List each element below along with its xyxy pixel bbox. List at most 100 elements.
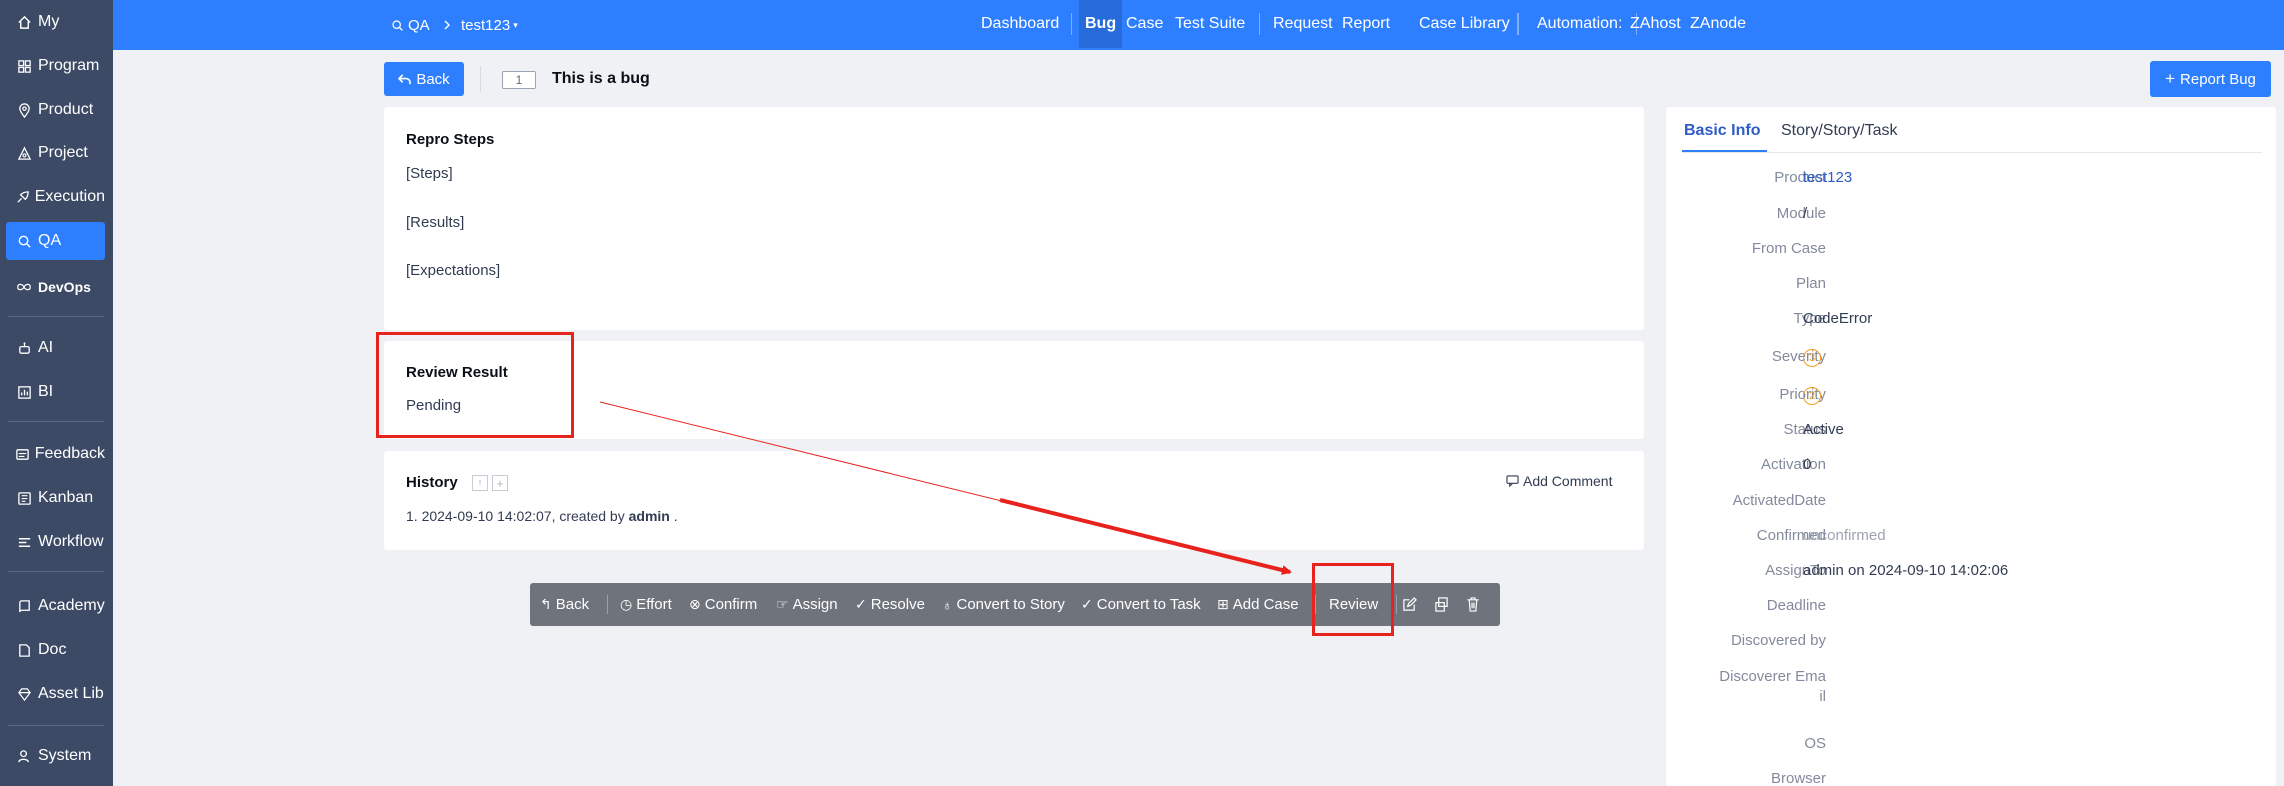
action-resolve-button[interactable]: ✓ Resolve (855, 583, 925, 626)
sidebar-item-label: AI (38, 339, 54, 356)
sort-up-icon[interactable]: ↑ (472, 475, 488, 491)
diamond-icon (14, 687, 34, 702)
info-value-product[interactable]: test123 (1803, 168, 1852, 188)
info-label-deadline: Deadline (1766, 597, 1826, 614)
sidebar-item-doc[interactable]: Doc (6, 631, 105, 669)
info-value-priority: 2 (1803, 385, 1821, 405)
nav-request[interactable]: Request (1273, 0, 1333, 48)
lightbulb-icon: ♁ (942, 596, 953, 613)
nav-dashboard[interactable]: Dashboard (981, 0, 1059, 48)
sidebar-item-label: Project (38, 144, 88, 161)
sidebar-item-label: QA (38, 232, 62, 249)
sidebar-item-academy[interactable]: Academy (6, 587, 105, 625)
trash-icon[interactable] (1466, 583, 1480, 626)
action-label: Confirm (704, 596, 758, 613)
sidebar-item-project[interactable]: Project (6, 134, 105, 172)
history-title: History (406, 474, 458, 491)
action-convert-story-button[interactable]: ♁ Convert to Story (942, 583, 1065, 626)
edit-icon[interactable] (1402, 583, 1417, 626)
info-value-module: / (1803, 205, 1808, 222)
sidebar-item-bi[interactable]: BI (6, 373, 105, 411)
infinity-icon (14, 282, 34, 292)
sidebar-item-execution[interactable]: Execution (6, 178, 105, 216)
action-label: Back (555, 596, 590, 613)
breadcrumb-product-dropdown[interactable]: test123 ▾ (461, 0, 518, 50)
sidebar-item-program[interactable]: Program (6, 47, 105, 85)
chart-icon (14, 385, 34, 400)
nav-case[interactable]: Case (1126, 0, 1163, 48)
sidebar-item-label: Execution (34, 188, 105, 205)
plus-icon: + (2165, 69, 2176, 88)
nav-report[interactable]: Report (1342, 0, 1390, 48)
hand-icon: ☞ (776, 596, 789, 612)
nav-case-library[interactable]: Case Library (1419, 0, 1510, 48)
action-label: Add Case (1232, 596, 1299, 613)
info-label-line: Discoverer Ema (1719, 668, 1826, 685)
sidebar-item-feedback[interactable]: Feedback (6, 435, 105, 473)
project-icon (14, 145, 34, 161)
action-convert-task-button[interactable]: ✓ Convert to Task (1081, 583, 1201, 626)
back-button[interactable]: Back (384, 62, 464, 96)
action-back-button[interactable]: ↰ Back (540, 583, 589, 626)
back-button-label: Back (416, 70, 450, 88)
add-comment-label: Add Comment (1523, 473, 1613, 489)
sidebar-item-label: Program (38, 57, 100, 74)
toolbar-divider (480, 66, 481, 92)
history-entry-user: admin (628, 508, 670, 524)
priority-badge: 2 (1803, 387, 1821, 405)
check-icon: ✓ (1081, 596, 1093, 612)
action-effort-button[interactable]: ◷ Effort (620, 583, 672, 626)
expand-all-icon[interactable]: + (492, 475, 508, 491)
nav-divider (1518, 13, 1519, 35)
sidebar-divider (8, 725, 104, 726)
rocket-icon (14, 190, 31, 205)
home-icon (14, 15, 34, 30)
breadcrumb-qa[interactable]: QA (391, 0, 430, 50)
sidebar-item-my[interactable]: My (6, 3, 105, 41)
tab-story-story-task[interactable]: Story/Story/Task (1781, 122, 1897, 140)
add-comment-button[interactable]: Add Comment (1506, 473, 1612, 489)
info-label-discovered-by: Discovered by (1730, 632, 1826, 649)
info-label-browser: Browser (1770, 770, 1826, 786)
sidebar-item-asset-lib[interactable]: Asset Lib (6, 675, 105, 713)
info-value-confirmed: unconfirmed (1803, 527, 1886, 544)
nav-bug[interactable]: Bug (1079, 0, 1123, 48)
action-confirm-button[interactable]: ⊗ Confirm (689, 583, 757, 626)
caret-down-icon: ▾ (513, 19, 518, 30)
copy-icon[interactable] (1434, 583, 1449, 626)
chevron-right-icon (443, 0, 451, 50)
bug-id-badge: 1 (502, 71, 536, 89)
history-entry-text: 1. 2024-09-10 14:02:07, created by (406, 508, 629, 524)
tab-basic-info[interactable]: Basic Info (1684, 122, 1760, 140)
sidebar-item-devops[interactable]: DevOps (6, 268, 105, 306)
sidebar-item-kanban[interactable]: Kanban (6, 479, 105, 517)
user-gear-icon (14, 749, 34, 764)
sidebar-item-ai[interactable]: AI (6, 329, 105, 367)
bug-title: This is a bug (552, 70, 650, 87)
action-add-case-button[interactable]: ⊞ Add Case (1217, 583, 1299, 626)
report-bug-label: Report Bug (2180, 70, 2256, 88)
repro-steps-card: Repro Steps [Steps] [Results] [Expectati… (384, 107, 1644, 330)
kanban-icon (14, 491, 34, 506)
sidebar-item-label: Workflow (38, 533, 104, 550)
sidebar-item-workflow[interactable]: Workflow (6, 523, 105, 561)
info-value-severity: 3 (1803, 347, 1821, 367)
nav-test-suite[interactable]: Test Suite (1175, 0, 1245, 48)
sidebar-item-qa[interactable]: QA (6, 222, 105, 260)
nav-zahost[interactable]: ZAhost (1630, 0, 1681, 48)
action-label: Resolve (870, 596, 925, 613)
sidebar: My Program Product Project Execution QA … (0, 0, 113, 786)
action-divider (1396, 595, 1397, 614)
report-bug-button[interactable]: + Report Bug (2150, 61, 2271, 97)
history-card: History ↑ + Add Comment 1. 2024-09-10 14… (384, 451, 1644, 550)
info-label-from-case: From Case (1751, 240, 1826, 257)
sidebar-item-label: My (38, 13, 60, 30)
basic-info-panel: Basic Info Story/Story/Task Product Modu… (1666, 107, 2276, 786)
feedback-icon (14, 447, 31, 462)
sidebar-item-system[interactable]: System (6, 737, 105, 775)
sidebar-item-product[interactable]: Product (6, 91, 105, 129)
info-label-plan: Plan (1795, 275, 1826, 292)
back-arrow-icon: ↰ (540, 596, 552, 612)
nav-zanode[interactable]: ZAnode (1690, 0, 1746, 48)
action-assign-button[interactable]: ☞ Assign (776, 583, 838, 626)
